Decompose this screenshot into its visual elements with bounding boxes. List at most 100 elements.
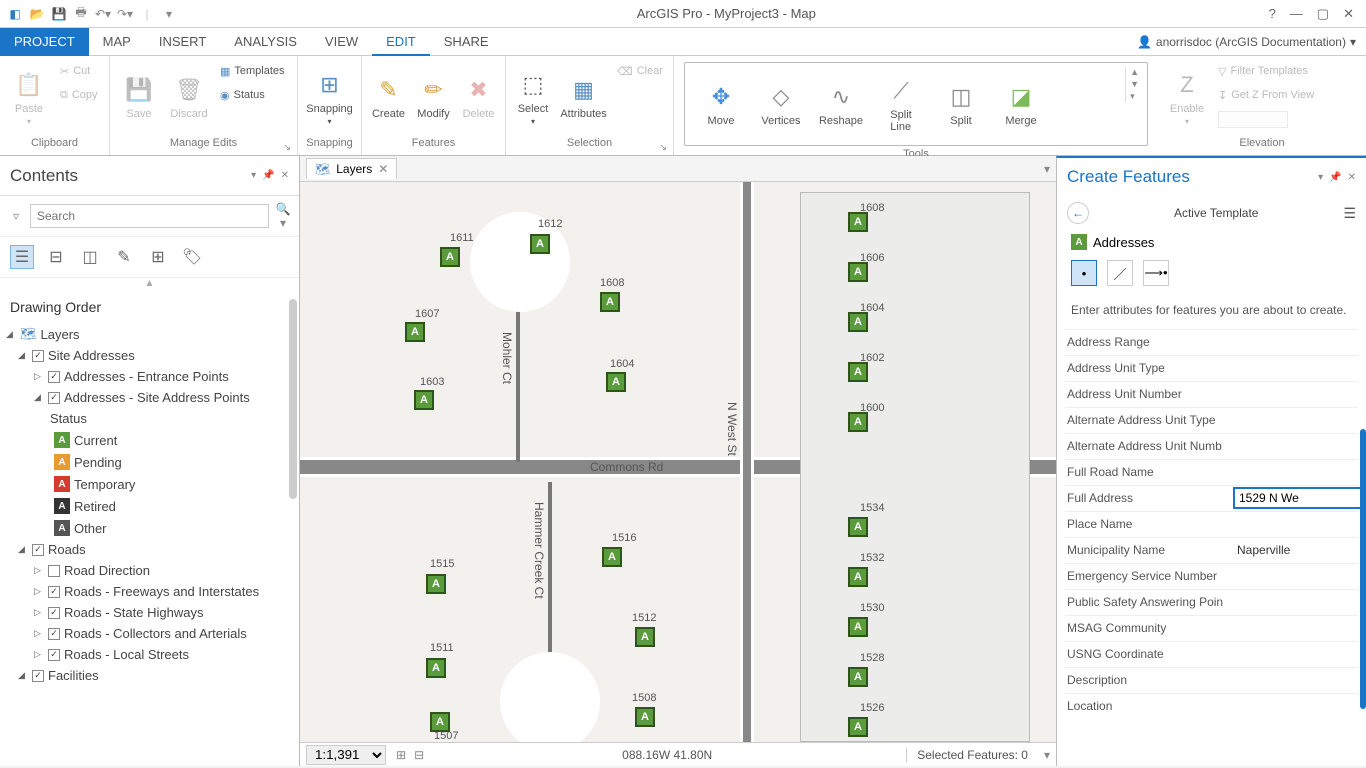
qat-customize[interactable]: ▾ (160, 5, 178, 23)
sym-current[interactable]: ACurrent (4, 429, 295, 451)
list-snapping[interactable]: ⊞ (146, 245, 170, 269)
cf-line-tool[interactable]: ／ (1107, 260, 1133, 286)
attr-row[interactable]: Address Unit Type (1065, 355, 1358, 381)
cf-menu-icon[interactable]: ☰ (1343, 205, 1356, 222)
addr-marker[interactable]: A (426, 658, 446, 678)
tab-map[interactable]: MAP (89, 28, 145, 56)
list-source[interactable]: ⊟ (44, 245, 68, 269)
select-button[interactable]: ⬚Select▾ (512, 60, 554, 134)
attr-row[interactable]: Address Unit Number (1065, 381, 1358, 407)
list-editing[interactable]: ✎ (112, 245, 136, 269)
attr-row[interactable]: Full Address (1065, 485, 1358, 511)
map-tabbar-dropdown[interactable]: ▾ (1044, 162, 1050, 176)
maximize-icon[interactable]: ▢ (1317, 6, 1329, 22)
attr-row[interactable]: Municipality NameNaperville (1065, 537, 1358, 563)
road-direction-node[interactable]: ▷Road Direction (4, 560, 295, 581)
snapping-button[interactable]: ⊞Snapping▾ (304, 60, 355, 134)
addr-marker[interactable]: A (848, 717, 868, 737)
get-z-button[interactable]: ↧Get Z From View (1214, 84, 1318, 106)
filter-icon[interactable]: ▿ (6, 209, 26, 223)
attr-row[interactable]: Full Road Name (1065, 459, 1358, 485)
addr-marker[interactable]: A (848, 517, 868, 537)
panel-close-icon[interactable]: ✕ (281, 170, 289, 181)
site-points-node[interactable]: ◢✓Addresses - Site Address Points (4, 387, 295, 408)
panel-pin-icon[interactable]: 📌 (262, 170, 274, 181)
attr-row[interactable]: Alternate Address Unit Type (1065, 407, 1358, 433)
cf-point-tool[interactable]: • (1071, 260, 1097, 286)
entrance-node[interactable]: ▷✓Addresses - Entrance Points (4, 366, 295, 387)
status-btn1[interactable]: ⊞ (392, 748, 410, 762)
addr-marker[interactable]: A (848, 212, 868, 232)
map-canvas[interactable]: Commons Rd Mohler Ct Hammer Creek Ct N W… (300, 182, 1056, 742)
addr-marker[interactable]: A (430, 712, 450, 732)
addr-marker[interactable]: A (635, 707, 655, 727)
save-edits-button[interactable]: 💾Save (116, 60, 162, 134)
cf-pin-icon[interactable]: 📌 (1329, 172, 1341, 183)
delete-button[interactable]: ✖Delete (458, 60, 499, 134)
merge-tool[interactable]: ◪Merge (993, 67, 1049, 141)
create-button[interactable]: ✎Create (368, 60, 409, 134)
tab-edit[interactable]: EDIT (372, 28, 430, 56)
attr-row[interactable]: Public Safety Answering Poin (1065, 589, 1358, 615)
list-selection[interactable]: ◫ (78, 245, 102, 269)
attr-row[interactable]: Alternate Address Unit Numb (1065, 433, 1358, 459)
vertices-tool[interactable]: ◇Vertices (753, 67, 809, 141)
addr-marker[interactable]: A (848, 567, 868, 587)
local-streets-node[interactable]: ▷✓Roads - Local Streets (4, 644, 295, 665)
reshape-tool[interactable]: ∿Reshape (813, 67, 869, 141)
collectors-node[interactable]: ▷✓Roads - Collectors and Arterials (4, 623, 295, 644)
cut-button[interactable]: ✂Cut (56, 60, 102, 82)
attr-row[interactable]: Description (1065, 667, 1358, 693)
panel-dropdown-icon[interactable]: ▾ (251, 170, 256, 181)
facilities-node[interactable]: ◢✓Facilities (4, 665, 295, 686)
cf-dropdown-icon[interactable]: ▾ (1318, 172, 1323, 183)
addr-marker[interactable]: A (635, 627, 655, 647)
minimize-icon[interactable]: — (1290, 6, 1303, 22)
back-button[interactable]: ← (1067, 202, 1089, 224)
paste-button[interactable]: 📋Paste▾ (6, 60, 52, 134)
attr-row[interactable]: USNG Coordinate (1065, 641, 1358, 667)
split-line-tool[interactable]: ⟋Split Line (873, 67, 929, 141)
tools-scroll-down[interactable]: ▼ (1130, 79, 1139, 89)
tab-project[interactable]: PROJECT (0, 28, 89, 56)
copy-button[interactable]: ⧉Copy (56, 84, 102, 106)
tab-share[interactable]: SHARE (430, 28, 503, 56)
list-drawing-order[interactable]: ☰ (10, 245, 34, 269)
addr-marker[interactable]: A (602, 547, 622, 567)
attributes-button[interactable]: ▦Attributes (558, 60, 609, 134)
status-button[interactable]: ◉Status (216, 84, 289, 106)
cf-end-tool[interactable]: ⟶• (1143, 260, 1169, 286)
addr-marker[interactable]: A (848, 412, 868, 432)
state-hwy-node[interactable]: ▷✓Roads - State Highways (4, 602, 295, 623)
attr-row[interactable]: Place Name (1065, 511, 1358, 537)
print-icon[interactable]: 🖶 (72, 5, 90, 23)
addr-marker[interactable]: A (414, 390, 434, 410)
project-icon[interactable]: ◧ (6, 5, 24, 23)
sym-other[interactable]: AOther (4, 517, 295, 539)
addr-marker[interactable]: A (606, 372, 626, 392)
addr-marker[interactable]: A (426, 574, 446, 594)
addr-marker[interactable]: A (405, 322, 425, 342)
close-icon[interactable]: ✕ (1343, 6, 1354, 22)
tab-analysis[interactable]: ANALYSIS (220, 28, 311, 56)
attr-row[interactable]: MSAG Community (1065, 615, 1358, 641)
list-labeling[interactable]: 🏷 (180, 245, 204, 269)
site-addresses-node[interactable]: ◢✓Site Addresses (4, 345, 295, 366)
user-account[interactable]: 👤 anorrisdoc (ArcGIS Documentation) ▾ (1137, 35, 1356, 49)
attr-input-editing[interactable] (1233, 487, 1366, 509)
layers-node[interactable]: ◢🗺Layers (4, 323, 295, 345)
attr-row[interactable]: Address Range (1065, 329, 1358, 355)
search-icon[interactable]: 🔍▾ (273, 202, 293, 230)
cf-close-icon[interactable]: ✕ (1348, 172, 1356, 183)
redo-icon[interactable]: ↷▾ (116, 5, 134, 23)
split-tool[interactable]: ◫Split (933, 67, 989, 141)
sym-pending[interactable]: APending (4, 451, 295, 473)
tools-expand[interactable]: ▾ (1130, 91, 1139, 102)
addr-marker[interactable]: A (600, 292, 620, 312)
elev-input[interactable] (1214, 108, 1318, 130)
attr-row[interactable]: Location (1065, 693, 1358, 719)
addr-marker[interactable]: A (530, 234, 550, 254)
cf-scrollbar[interactable] (1360, 429, 1366, 709)
attr-value[interactable]: Naperville (1233, 543, 1358, 557)
sym-retired[interactable]: ARetired (4, 495, 295, 517)
